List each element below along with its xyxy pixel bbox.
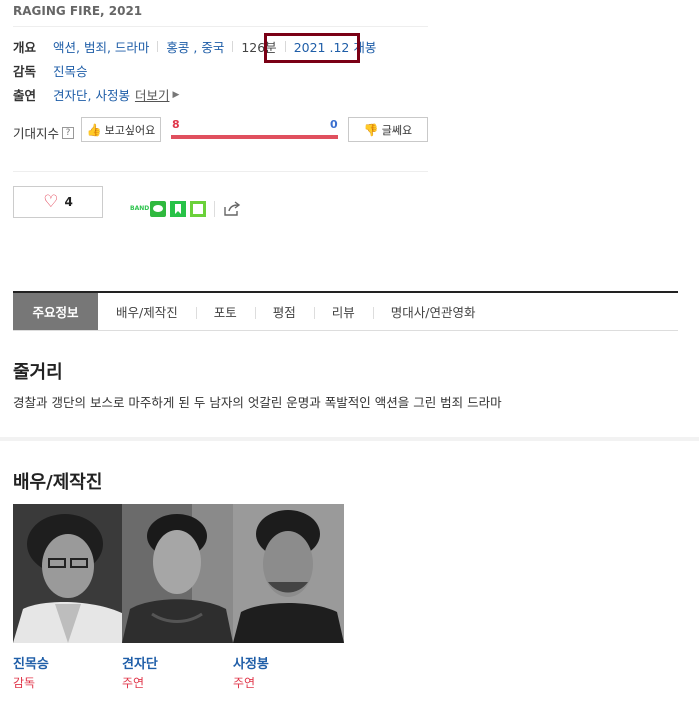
cast-link[interactable]: 견자단, 사정봉 xyxy=(53,85,130,104)
tab-quotes-related[interactable]: 명대사/연관영화 xyxy=(372,293,494,330)
tab-bar: 주요정보 배우/제작진 포토 평점 리뷰 명대사/연관영화 xyxy=(13,291,678,331)
share-icon[interactable] xyxy=(223,201,241,217)
synopsis-text: 경찰과 갱단의 보스로 마주하게 된 두 남자의 엇갈린 운명과 폭발적인 액션… xyxy=(13,395,502,410)
band-share-icon[interactable]: BAND xyxy=(130,201,149,217)
person-photo[interactable] xyxy=(122,504,233,643)
separator xyxy=(232,41,234,52)
line-share-icon[interactable] xyxy=(150,201,166,217)
expectation-label: 기대지수 xyxy=(13,126,60,141)
country-link[interactable]: 홍콩 , 중국 xyxy=(166,37,224,56)
cast-role: 주연 xyxy=(122,676,145,690)
cast-card[interactable]: 사정봉 주연 xyxy=(233,504,344,690)
divider xyxy=(13,171,428,172)
expectation-label-group: 기대지수 ? xyxy=(13,123,75,142)
divider xyxy=(13,26,428,27)
cast-card[interactable]: 진목승 감독 xyxy=(13,504,124,690)
tab-review[interactable]: 리뷰 xyxy=(313,293,373,330)
tab-cast-crew[interactable]: 배우/제작진 xyxy=(98,293,196,330)
bad-count: 0 xyxy=(330,118,338,131)
section-divider xyxy=(0,437,699,441)
director-row: 감독 진목승 xyxy=(13,61,88,80)
expectation-bar xyxy=(171,135,338,139)
cast-card[interactable]: 견자단 주연 xyxy=(122,504,233,690)
keep-share-icon[interactable] xyxy=(170,201,186,217)
share-bar: BAND xyxy=(130,201,241,217)
cast-name[interactable]: 사정봉 xyxy=(233,653,269,672)
person-photo[interactable] xyxy=(233,504,344,643)
cast-name[interactable]: 견자단 xyxy=(122,653,158,672)
more-link[interactable]: 더보기 xyxy=(135,85,170,104)
tab-rating[interactable]: 평점 xyxy=(254,293,314,330)
director-link[interactable]: 진목승 xyxy=(53,61,88,80)
genre-link[interactable]: 액션, 범죄, 드라마 xyxy=(53,37,149,56)
chevron-right-icon: ▶ xyxy=(172,89,180,100)
memo-share-icon[interactable] xyxy=(190,201,206,217)
help-icon[interactable]: ? xyxy=(62,126,75,139)
cast-name[interactable]: 진목승 xyxy=(13,653,49,672)
thumbs-down-icon: 👎 xyxy=(363,122,379,137)
like-count: 4 xyxy=(64,195,73,209)
want-to-see-button[interactable]: 👍 보고싶어요 xyxy=(81,117,161,142)
want-to-see-label: 보고싶어요 xyxy=(104,123,156,137)
tab-photo[interactable]: 포토 xyxy=(195,293,255,330)
like-button[interactable]: ♡ 4 xyxy=(13,186,103,218)
cast-role: 감독 xyxy=(13,676,36,690)
heart-icon: ♡ xyxy=(43,191,59,212)
director-label: 감독 xyxy=(13,64,37,79)
tab-main-info[interactable]: 주요정보 xyxy=(13,293,98,330)
not-sure-button[interactable]: 👎 글쎄요 xyxy=(348,117,428,142)
thumbs-up-icon: 👍 xyxy=(86,122,102,137)
person-photo[interactable] xyxy=(13,504,124,643)
cast-row: 출연 견자단, 사정봉 더보기 ▶ xyxy=(13,85,179,104)
cast-label: 출연 xyxy=(13,88,37,103)
want-count: 8 xyxy=(172,118,180,131)
crew-section-title: 배우/제작진 xyxy=(13,472,103,493)
cast-role: 주연 xyxy=(233,676,256,690)
separator xyxy=(214,201,215,217)
synopsis-title: 줄거리 xyxy=(13,362,63,383)
not-sure-label: 글쎄요 xyxy=(381,123,413,137)
overview-label: 개요 xyxy=(13,40,37,55)
separator xyxy=(157,41,159,52)
release-highlight-box xyxy=(264,33,360,63)
english-title: RAGING FIRE, 2021 xyxy=(13,4,143,18)
